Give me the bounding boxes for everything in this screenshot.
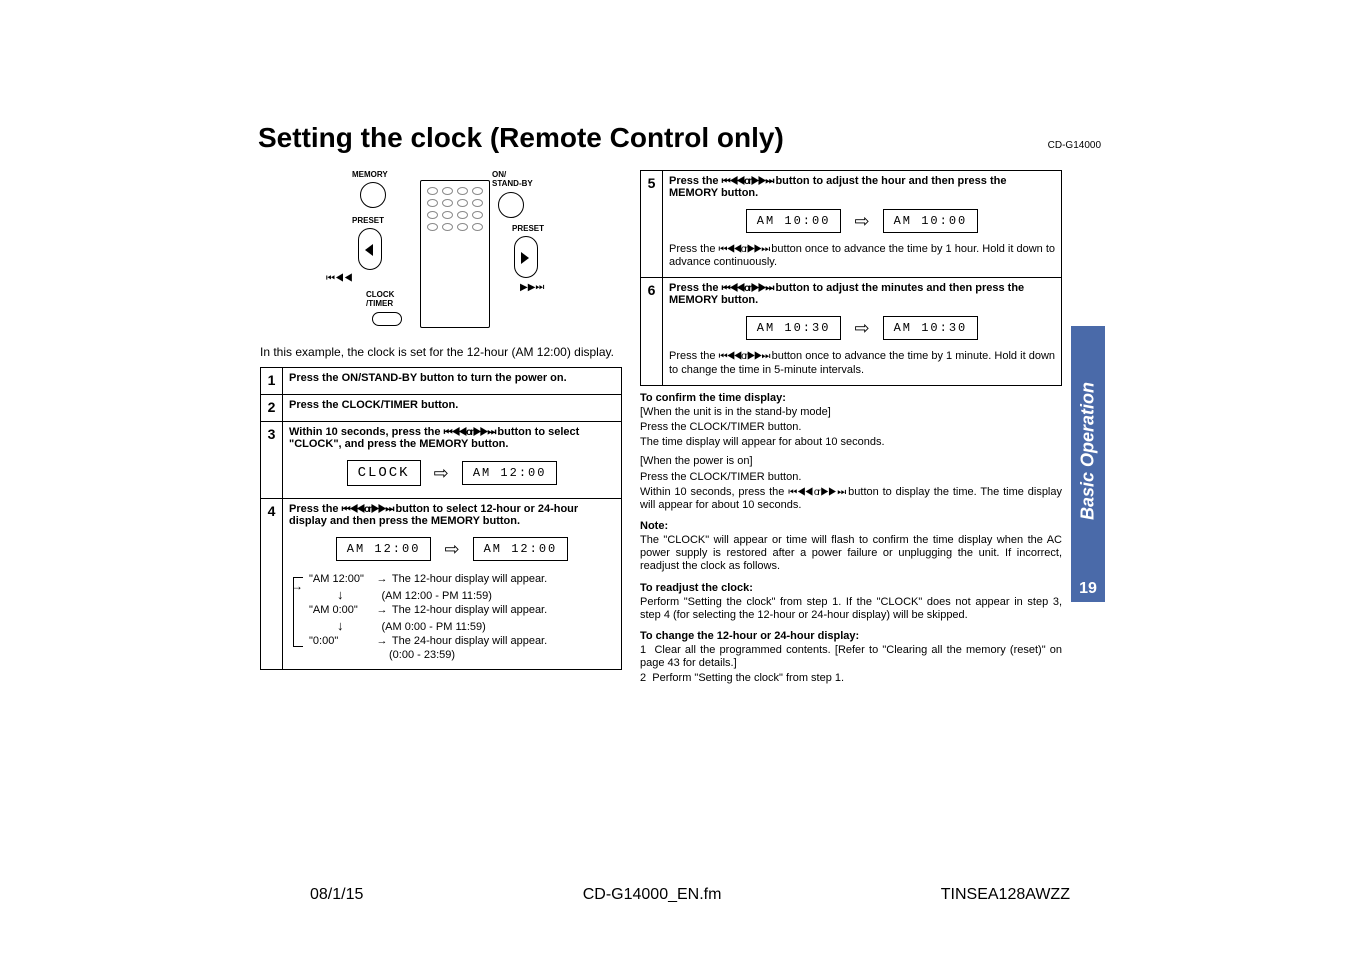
remote-body-icon [420, 180, 490, 328]
lcd-display: AM 12:00 [462, 461, 558, 485]
step-row: 3 Within 10 seconds, press the ⏮ ◀◀ or ▶… [261, 422, 622, 499]
lcd-display: CLOCK [347, 460, 421, 486]
remote-diagram: MEMORY ON/ STAND-BY PRESET PRESET ⏮◀◀ ▶▶… [316, 170, 566, 335]
confirm-head: To confirm the time display: [640, 392, 1062, 404]
change-item: 1 Clear all the programmed contents. [Re… [640, 644, 1062, 670]
arrow-icon: ⇨ [854, 211, 869, 232]
skip-icons: ⏮ ◀◀ or ▶▶ ⏭ [342, 504, 393, 515]
option-sub: (AM 12:00 - PM 11:59) [382, 590, 492, 602]
skip-icons: ⏮ ◀◀ or ▶▶ ⏭ [719, 351, 769, 362]
note-body: The "CLOCK" will appear or time will fla… [640, 534, 1062, 574]
confirm-line: [When the power is on] [640, 455, 1062, 468]
memory-label: MEMORY [352, 170, 388, 179]
confirm-line: Press the CLOCK/TIMER button. [640, 471, 1062, 484]
footer-date: 08/1/15 [310, 886, 363, 904]
on-standby-button-icon [498, 192, 524, 218]
skip-icons: ⏮ ◀◀ or ▶▶ ⏭ [719, 244, 769, 255]
step-number: 1 [261, 368, 283, 395]
lcd-display: AM 10:00 [883, 209, 979, 233]
step-text: Press the ON/STAND-BY button to turn the… [283, 368, 622, 395]
step-row: 5 Press the ⏮ ◀◀ or ▶▶ ⏭ button to adjus… [641, 171, 1062, 278]
skip-icons: ⏮ ◀◀ or ▶▶ ⏭ [444, 427, 495, 438]
bracket-line [293, 577, 303, 647]
skip-fwd-icon: ▶▶⏭ [520, 282, 544, 293]
confirm-line: Press the CLOCK/TIMER button. [640, 421, 1062, 434]
arrow-icon: ⇨ [854, 318, 869, 339]
on-standby-label: ON/ STAND-BY [492, 170, 533, 188]
step-number: 4 [261, 499, 283, 670]
step-number: 5 [641, 171, 663, 278]
clock-timer-label: CLOCK /TIMER [366, 290, 394, 308]
option-label: "0:00" [309, 635, 375, 647]
footer-file: CD-G14000_EN.fm [583, 886, 722, 904]
step-number: 3 [261, 422, 283, 499]
step-cell: Press the ⏮ ◀◀ or ▶▶ ⏭ button to adjust … [663, 171, 1062, 278]
section-tab: Basic Operation [1071, 326, 1105, 576]
preset-right-button-icon [514, 236, 538, 278]
confirm-line: The time display will appear for about 1… [640, 436, 1062, 449]
lcd-display: AM 10:30 [883, 316, 979, 340]
change-item: 2 Perform "Setting the clock" from step … [640, 672, 1062, 685]
page-title: Setting the clock (Remote Control only) [258, 122, 784, 154]
option-sub: (AM 0:00 - PM 11:59) [382, 621, 486, 633]
option-label: "AM 0:00" [309, 604, 375, 616]
step-number: 2 [261, 395, 283, 422]
footer: 08/1/15 CD-G14000_EN.fm TINSEA128AWZZ [310, 886, 1070, 904]
option-desc: The 12-hour display will appear. [392, 604, 547, 616]
change-head: To change the 12-hour or 24-hour display… [640, 630, 1062, 642]
preset-left-button-icon [358, 228, 382, 270]
lcd-display: AM 10:30 [746, 316, 842, 340]
example-text: In this example, the clock is set for th… [260, 345, 622, 359]
skip-icons: ⏮ ◀◀ or ▶▶ ⏭ [788, 487, 844, 498]
readjust-head: To readjust the clock: [640, 582, 1062, 594]
skip-icons: ⏮ ◀◀ or ▶▶ ⏭ [722, 283, 773, 294]
lcd-display: AM 12:00 [336, 537, 432, 561]
page-number: 19 [1071, 576, 1105, 602]
model-code: CD-G14000 [1048, 140, 1101, 151]
step-cell: Press the ⏮ ◀◀ or ▶▶ ⏭ button to adjust … [663, 278, 1062, 385]
step-row: 6 Press the ⏮ ◀◀ or ▶▶ ⏭ button to adjus… [641, 278, 1062, 385]
step-cell: Press the ⏮ ◀◀ or ▶▶ ⏭ button to select … [283, 499, 622, 670]
preset-left-label: PRESET [352, 216, 384, 225]
step-text: Press the CLOCK/TIMER button. [283, 395, 622, 422]
confirm-line: [When the unit is in the stand-by mode] [640, 406, 1062, 419]
lcd-display: AM 12:00 [473, 537, 569, 561]
steps-table-right: 5 Press the ⏮ ◀◀ or ▶▶ ⏭ button to adjus… [640, 170, 1062, 386]
preset-right-label: PRESET [512, 224, 544, 233]
step-cell: Within 10 seconds, press the ⏮ ◀◀ or ▶▶ … [283, 422, 622, 499]
steps-table-left: 1 Press the ON/STAND-BY button to turn t… [260, 367, 622, 670]
step-row: 2 Press the CLOCK/TIMER button. [261, 395, 622, 422]
step-number: 6 [641, 278, 663, 385]
skip-back-icon: ⏮◀◀ [326, 273, 353, 284]
clock-timer-button-icon [372, 312, 402, 326]
down-arrow-icon: ↓ [337, 618, 344, 633]
skip-icons: ⏮ ◀◀ or ▶▶ ⏭ [722, 176, 773, 187]
arrow-icon: ⇨ [434, 463, 449, 484]
confirm-line: Within 10 seconds, press the ⏮ ◀◀ or ▶▶ … [640, 486, 1062, 512]
option-sub: (0:00 - 23:59) [389, 649, 455, 661]
readjust-body: Perform "Setting the clock" from step 1.… [640, 596, 1062, 622]
memory-button-icon [360, 182, 386, 208]
step-row: 1 Press the ON/STAND-BY button to turn t… [261, 368, 622, 395]
step-row: 4 Press the ⏮ ◀◀ or ▶▶ ⏭ button to selec… [261, 499, 622, 670]
option-label: "AM 12:00" [309, 573, 375, 585]
footer-code: TINSEA128AWZZ [941, 886, 1070, 904]
note-head: Note: [640, 520, 1062, 532]
option-desc: The 12-hour display will appear. [392, 573, 547, 585]
option-desc: The 24-hour display will appear. [392, 635, 547, 647]
arrow-icon: ⇨ [444, 539, 459, 560]
lcd-display: AM 10:00 [746, 209, 842, 233]
down-arrow-icon: ↓ [337, 587, 344, 602]
